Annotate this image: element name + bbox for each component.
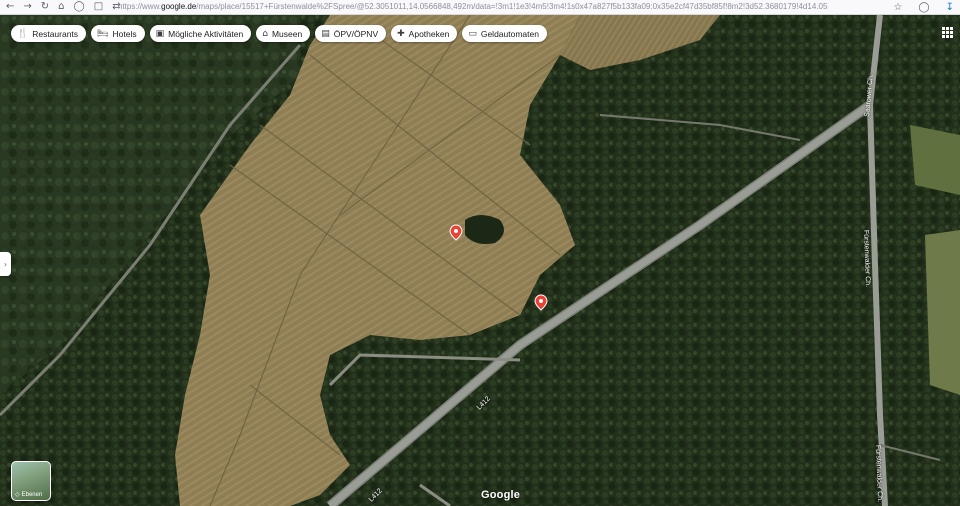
chip-geldautomaten[interactable]: ▭ Geldautomaten [462,25,547,42]
layers-label: Ebenen [21,491,43,498]
atm-icon: ▭ [468,28,477,39]
bed-icon: 🛏 [97,28,109,39]
chip-öpv-öpnv[interactable]: ▤ ÖPV/ÖPNV [315,25,387,42]
field-area [925,230,960,395]
address-bar[interactable]: https://www.google.de/maps/place/15517+F… [118,0,828,14]
download-icon[interactable]: ↧ [946,2,954,13]
museum-icon: ⌂ [262,28,268,39]
layers-icon: ◇ [15,492,20,498]
pharmacy-icon: ✚ [397,28,405,39]
collapse-side-panel-button[interactable]: › [0,252,11,276]
shield-icon[interactable]: ◯ [74,0,85,14]
bookmark-star-icon[interactable]: ☆ [893,2,902,13]
satellite-map[interactable] [0,15,960,506]
forward-icon[interactable]: → [23,0,31,14]
chip-restaurants[interactable]: 🍴 Restaurants [11,25,87,42]
chip-label: Geldautomaten [480,28,539,39]
chip-label: Hotels [112,28,137,39]
apps-grid-icon[interactable] [942,27,953,38]
fork-knife-icon: 🍴 [17,28,29,39]
chip-museen[interactable]: ⌂ Museen [256,25,311,42]
field-area [910,125,960,195]
chip-label: Restaurants [32,28,79,39]
category-chips: 🍴 Restaurants 🛏 Hotels ▣ Mögliche Aktivitäten… [11,25,547,42]
camera-icon: ▣ [155,28,165,39]
chip-label: ÖPV/ÖPNV [333,28,379,39]
layers-button[interactable]: ◇ Ebenen [11,461,51,501]
chip-apotheken[interactable]: ✚ Apotheken [391,25,458,42]
home-icon[interactable]: ⌂ [58,0,64,14]
google-logo: Google [481,489,521,501]
chip-hotels[interactable]: 🛏 Hotels [91,25,145,42]
browser-toolbar: ← → ↻ ⌂ ◯ □ ⇄ https://www.google.de/maps… [0,0,960,15]
chip-label: Museen [271,28,303,39]
reload-icon[interactable]: ↻ [41,0,49,14]
back-icon[interactable]: ← [6,0,14,14]
browser-nav: ← → ↻ ⌂ ◯ □ ⇄ [0,0,121,14]
transit-icon: ▤ [321,28,330,39]
tree-clump [465,215,504,244]
lock-icon[interactable]: □ [94,0,103,14]
chip-label: Mögliche Aktivitäten [168,28,244,39]
chip-mögliche-aktivitäten[interactable]: ▣ Mögliche Aktivitäten [149,25,252,42]
pocket-icon[interactable]: ◯ [918,2,929,13]
chip-label: Apotheken [408,28,450,39]
